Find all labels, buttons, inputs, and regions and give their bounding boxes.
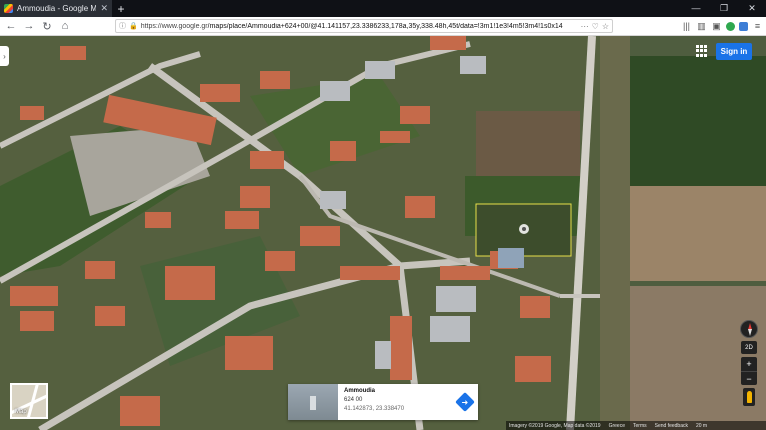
google-maps-favicon-icon xyxy=(4,4,13,13)
place-name: Ammoudia xyxy=(344,388,376,394)
map-layer-toggle[interactable]: Map xyxy=(10,383,48,419)
url-bar[interactable]: ⓘ 🔒 https://www.google.gr/maps/place/Amm… xyxy=(115,19,613,33)
imagery-attribution: Imagery ©2019 Google, Map data ©2019 xyxy=(509,422,601,429)
place-photo[interactable] xyxy=(288,384,338,420)
map-controls: 2D + − xyxy=(740,320,758,406)
maximize-button[interactable]: ❐ xyxy=(710,3,738,14)
satellite-imagery xyxy=(0,36,766,430)
url-host: https://www.google.gr xyxy=(140,22,208,30)
sign-in-button[interactable]: Sign in xyxy=(716,43,752,60)
scale-label[interactable]: 20 m xyxy=(696,423,707,429)
url-text[interactable]: https://www.google.gr/maps/place/Ammoudi… xyxy=(141,23,578,30)
pocket-icon[interactable]: ♡ xyxy=(592,22,599,31)
blue-extension-icon[interactable] xyxy=(739,21,748,31)
tab-close-icon[interactable]: ✕ xyxy=(100,3,108,14)
tab-title: Ammoudia - Google Maps xyxy=(17,4,97,13)
place-postal: 624 00 xyxy=(344,397,363,403)
toolbar-extensions: ||| ▥ ▣ ≡ xyxy=(681,21,763,32)
url-path: /maps/place/Ammoudia+624+00/@41.141157,2… xyxy=(207,22,563,30)
bookmark-star-icon[interactable]: ☆ xyxy=(602,22,609,31)
close-window-button[interactable]: ✕ xyxy=(738,3,766,14)
green-check-extension-icon[interactable] xyxy=(726,21,735,31)
window-controls: — ❐ ✕ xyxy=(682,3,766,14)
lock-icon: 🔒 xyxy=(129,23,138,30)
country-link[interactable]: Greece xyxy=(609,423,625,429)
google-apps-icon[interactable] xyxy=(696,45,708,57)
view-mode-button[interactable]: 2D xyxy=(741,341,757,354)
zoom-out-button[interactable]: − xyxy=(741,371,757,385)
tab-google-maps[interactable]: Ammoudia - Google Maps ✕ xyxy=(0,0,112,17)
forward-arrow-icon[interactable]: → xyxy=(21,18,37,34)
minimize-button[interactable]: — xyxy=(682,3,710,14)
minimap-label: Map xyxy=(15,409,27,415)
home-icon[interactable]: ⌂ xyxy=(57,18,73,34)
collapse-side-panel-button[interactable]: › xyxy=(0,46,9,66)
directions-icon: ➜ xyxy=(455,392,475,412)
street-view-pegman-icon[interactable] xyxy=(743,388,755,406)
screenshot-icon[interactable]: ▣ xyxy=(711,21,722,32)
place-info: Ammoudia 624 00 41.142873, 23.338470 xyxy=(338,384,452,420)
new-tab-button[interactable]: + xyxy=(112,2,130,16)
zoom-controls: + − xyxy=(741,357,757,385)
place-card[interactable]: Ammoudia 624 00 41.142873, 23.338470 ➜ xyxy=(288,384,478,420)
send-feedback-link[interactable]: Send feedback xyxy=(655,423,688,429)
compass-icon[interactable] xyxy=(740,320,758,338)
reload-icon[interactable]: ↻ xyxy=(39,18,55,34)
back-arrow-icon[interactable]: ← xyxy=(3,18,19,34)
terms-link[interactable]: Terms xyxy=(633,423,647,429)
satellite-map-view[interactable] xyxy=(0,36,766,430)
browser-toolbar: ← → ↻ ⌂ ⓘ 🔒 https://www.google.gr/maps/p… xyxy=(0,17,766,36)
directions-button[interactable]: ➜ xyxy=(452,384,478,420)
map-footer: Imagery ©2019 Google, Map data ©2019 Gre… xyxy=(506,421,766,430)
library-icon[interactable]: ||| xyxy=(681,21,692,32)
info-icon[interactable]: ⓘ xyxy=(119,21,126,31)
menu-hamburger-icon[interactable]: ≡ xyxy=(752,21,763,32)
zoom-in-button[interactable]: + xyxy=(741,357,757,371)
sidebar-icon[interactable]: ▥ xyxy=(696,21,707,32)
page-actions-icon[interactable]: ··· xyxy=(581,22,589,31)
place-coords: 41.142873, 23.338470 xyxy=(344,406,405,412)
browser-tab-bar: Ammoudia - Google Maps ✕ + — ❐ ✕ xyxy=(0,0,766,17)
